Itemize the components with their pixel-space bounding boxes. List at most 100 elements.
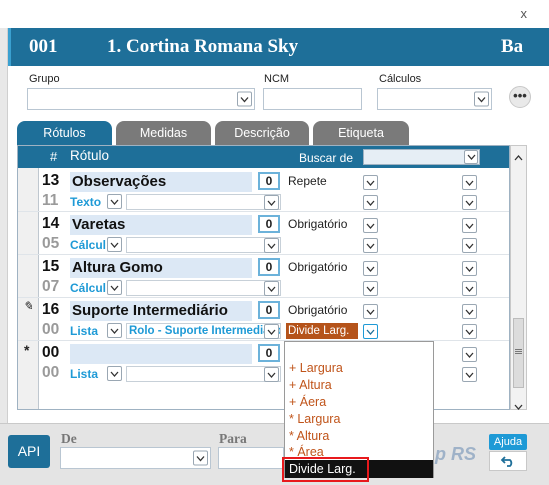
dropdown-option[interactable]: + Áera: [289, 395, 326, 409]
list-value-field[interactable]: [126, 237, 281, 253]
chevron-down-icon[interactable]: [462, 304, 477, 319]
dropdown-option[interactable]: * Largura: [289, 412, 340, 426]
ncm-input[interactable]: [263, 88, 362, 110]
chevron-down-icon[interactable]: [462, 281, 477, 296]
tab-rotulos[interactable]: Rótulos: [17, 121, 112, 145]
chevron-down-icon[interactable]: [264, 281, 279, 296]
chevron-down-icon[interactable]: [363, 175, 378, 190]
column-header-rotulo: Rótulo: [70, 148, 110, 163]
table-row[interactable]: * 00 00 0 Lista: [18, 340, 509, 383]
chevron-down-icon[interactable]: [363, 218, 378, 233]
scroll-thumb[interactable]: [513, 318, 524, 388]
grupo-label: Grupo: [29, 73, 60, 85]
chevron-down-icon[interactable]: [264, 195, 279, 210]
chevron-down-icon[interactable]: [464, 150, 478, 164]
para-select[interactable]: [218, 447, 284, 469]
window-titlebar: x: [0, 0, 549, 28]
product-code: 001: [29, 36, 58, 57]
list-value-field[interactable]: Rolo - Suporte Intermediário: [126, 323, 281, 339]
chevron-down-icon[interactable]: [107, 366, 122, 381]
edit-pencil-icon: ✎: [23, 299, 34, 313]
buscar-de-select[interactable]: [363, 149, 480, 165]
row-type: Cálculo: [70, 238, 106, 252]
ncm-label: NCM: [264, 73, 290, 85]
chevron-down-icon[interactable]: [107, 280, 122, 295]
chevron-down-icon[interactable]: [462, 238, 477, 253]
chevron-down-icon[interactable]: [462, 324, 477, 339]
chevron-down-icon[interactable]: [363, 261, 378, 276]
rotulo-name-field[interactable]: [70, 344, 252, 364]
chevron-down-icon[interactable]: [474, 91, 489, 107]
product-header: 001 1. Cortina Romana Sky Ba: [8, 28, 549, 66]
calculos-select[interactable]: [377, 88, 492, 110]
tab-etiqueta[interactable]: Etiqueta: [313, 121, 409, 145]
chevron-down-icon[interactable]: [237, 91, 252, 107]
table-row[interactable]: ✎ 16 00 Suporte Intermediário 0 Lista Ro…: [18, 297, 509, 340]
chevron-down-icon[interactable]: [462, 367, 477, 382]
row-sub-number: 00: [42, 364, 60, 381]
chevron-down-icon[interactable]: [363, 238, 378, 253]
column-header-number: #: [50, 149, 58, 164]
chevron-down-icon[interactable]: [264, 238, 279, 253]
chevron-down-icon[interactable]: [107, 237, 122, 252]
scroll-down-arrow-icon[interactable]: [514, 399, 523, 413]
chevron-down-icon[interactable]: [462, 175, 477, 190]
chevron-down-icon[interactable]: [462, 195, 477, 210]
row-badge[interactable]: 0: [258, 344, 280, 362]
dropdown-option[interactable]: + Altura: [289, 378, 332, 392]
grid-header: # Rótulo Buscar de: [18, 146, 509, 168]
row-badge[interactable]: 0: [258, 258, 280, 276]
vertical-scrollbar[interactable]: [510, 145, 527, 410]
chevron-down-icon[interactable]: [264, 324, 279, 339]
chevron-down-icon[interactable]: [193, 450, 208, 466]
rotulo-name-field[interactable]: Varetas: [70, 215, 252, 235]
chevron-down-icon[interactable]: [363, 304, 378, 319]
chevron-down-icon[interactable]: [363, 281, 378, 296]
rotulo-name-field[interactable]: Suporte Intermediário: [70, 301, 252, 321]
list-value-field[interactable]: [126, 194, 281, 210]
chevron-down-icon[interactable]: [363, 195, 378, 210]
row-requirement[interactable]: Obrigatório: [288, 303, 347, 317]
api-button[interactable]: API: [8, 435, 50, 468]
row-requirement[interactable]: Repete: [288, 174, 327, 188]
de-select[interactable]: [60, 447, 211, 469]
header-right-text: Ba: [501, 36, 524, 57]
row-badge[interactable]: 0: [258, 172, 280, 190]
chevron-down-icon[interactable]: [363, 324, 378, 339]
more-options-button[interactable]: •••: [509, 86, 531, 108]
undo-icon[interactable]: [489, 451, 527, 471]
chevron-down-icon[interactable]: [462, 347, 477, 362]
row-sub-number: 11: [42, 192, 59, 209]
chevron-down-icon[interactable]: [462, 261, 477, 276]
table-row[interactable]: 13 11 Observações 0 Texto Repete: [18, 168, 509, 211]
list-value-field[interactable]: [126, 280, 281, 296]
tab-medidas[interactable]: Medidas: [116, 121, 211, 145]
table-row[interactable]: 15 07 Altura Gomo 0 Cálculo Obrigatório: [18, 254, 509, 297]
row-sub-number: 05: [42, 235, 60, 252]
row-requirement[interactable]: Obrigatório: [288, 260, 347, 274]
row-requirement[interactable]: Obrigatório: [288, 217, 347, 231]
product-title: 1. Cortina Romana Sky: [107, 36, 299, 57]
tab-descricao[interactable]: Descrição: [215, 121, 309, 145]
scroll-up-arrow-icon[interactable]: [514, 150, 523, 164]
list-value-field[interactable]: [126, 366, 281, 382]
row-number: 15: [42, 258, 60, 275]
chevron-down-icon[interactable]: [462, 218, 477, 233]
grupo-select[interactable]: [27, 88, 255, 110]
row-type: Cálculo: [70, 281, 106, 295]
calc-select-value[interactable]: Divide Larg.: [286, 323, 358, 339]
close-icon[interactable]: x: [521, 6, 528, 21]
row-badge[interactable]: 0: [258, 301, 280, 319]
row-badge[interactable]: 0: [258, 215, 280, 233]
chevron-down-icon[interactable]: [107, 194, 122, 209]
rotulo-name-field[interactable]: Observações: [70, 172, 252, 192]
table-row[interactable]: 14 05 Varetas 0 Cálculo Obrigatório: [18, 211, 509, 254]
dropdown-option[interactable]: + Largura: [289, 361, 343, 375]
rotulo-name-field[interactable]: Altura Gomo: [70, 258, 252, 278]
ajuda-button[interactable]: Ajuda: [489, 434, 527, 450]
chevron-down-icon[interactable]: [264, 367, 279, 382]
rotulos-grid: # Rótulo Buscar de 13 11 Observações 0 T…: [17, 145, 510, 410]
row-number: 14: [42, 215, 60, 232]
dropdown-option[interactable]: * Altura: [289, 429, 329, 443]
chevron-down-icon[interactable]: [107, 323, 122, 338]
